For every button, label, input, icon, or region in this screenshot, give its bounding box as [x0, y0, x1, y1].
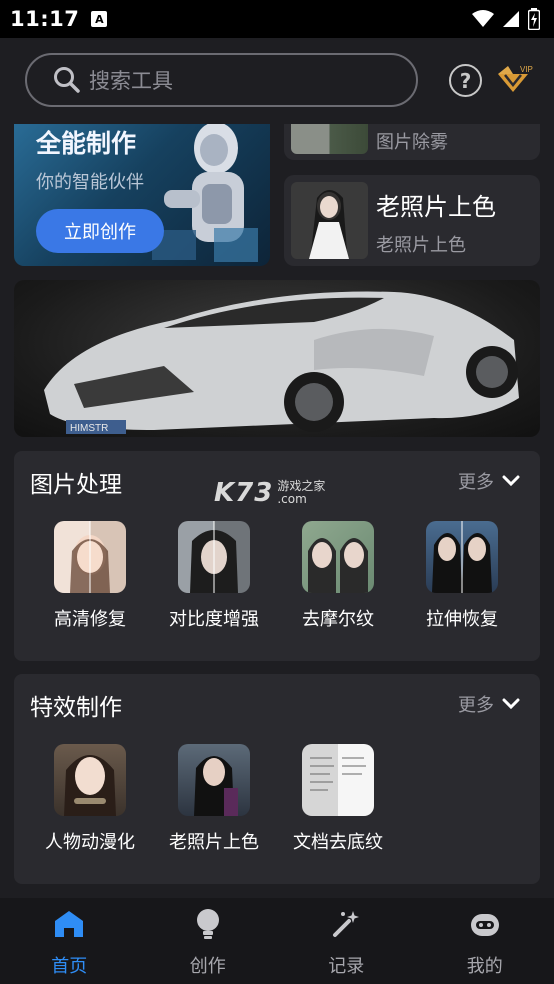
ai-banner-title: 全能制作 [36, 129, 137, 158]
nav-label: 首页 [51, 956, 88, 977]
nav-label: 我的 [466, 956, 503, 977]
colorize-card[interactable]: 老照片上色 老照片上色 [284, 175, 540, 266]
wifi-icon [472, 10, 494, 27]
hd-restore-thumbnail [54, 521, 126, 593]
more-label: 更多 [458, 472, 494, 493]
search-placeholder: 搜索工具 [89, 69, 173, 93]
tool-contrast-enhance[interactable]: 对比度增强 [152, 521, 276, 631]
ai-create-banner[interactable]: 全能制作 你的智能伙伴 立即创作 [14, 110, 270, 266]
nav-label: 创作 [189, 956, 226, 977]
old-photo-thumbnail [178, 744, 250, 816]
tool-label: 对比度增强 [169, 609, 259, 630]
home-icon [55, 911, 84, 937]
status-icons [472, 8, 540, 30]
more-label: 更多 [458, 695, 494, 716]
notification-a-icon: A [91, 11, 108, 27]
anime-thumbnail [54, 744, 126, 816]
tool-label: 高清修复 [54, 609, 126, 630]
colorize-title: 老照片上色 [376, 193, 496, 221]
signal-icon [503, 11, 519, 27]
tool-doc-remove-shading[interactable]: 文档去底纹 [276, 744, 400, 854]
nav-home[interactable]: 首页 [0, 898, 139, 984]
tool-stretch-restore[interactable]: 拉伸恢复 [400, 521, 524, 631]
car-plate-text: HIMSTR [70, 423, 108, 434]
tool-label: 文档去底纹 [293, 832, 383, 853]
tool-old-photo-colorize[interactable]: 老照片上色 [152, 744, 276, 854]
tool-remove-moire[interactable]: 去摩尔纹 [276, 521, 400, 631]
robot-face-icon [470, 914, 499, 936]
tool-label: 老照片上色 [169, 832, 259, 853]
dehaze-subtitle: 图片除雾 [376, 132, 448, 153]
effects-section-more[interactable]: 更多 [458, 691, 520, 717]
moire-thumbnail [302, 521, 374, 593]
effects-section: 特效制作 更多 人物动漫化 老照片上色 文档去底纹 [14, 674, 540, 884]
doc-thumbnail [302, 744, 374, 816]
app-header: 搜索工具 ? VIP [0, 38, 554, 124]
chevron-down-icon [502, 698, 520, 710]
image-section-title: 图片处理 [30, 472, 122, 498]
stretch-thumbnail [426, 521, 498, 593]
tool-label: 人物动漫化 [45, 832, 135, 853]
vip-badge-text: VIP [520, 65, 533, 74]
colorize-thumbnail [291, 182, 368, 259]
search-icon [54, 67, 80, 93]
vip-button[interactable]: VIP [496, 62, 534, 96]
tool-label: 去摩尔纹 [302, 609, 374, 630]
image-section-more[interactable]: 更多 [458, 468, 520, 494]
chevron-down-icon [502, 475, 520, 487]
colorize-subtitle: 老照片上色 [376, 235, 466, 256]
tool-anime-portrait[interactable]: 人物动漫化 [28, 744, 152, 854]
help-icon[interactable]: ? [449, 64, 482, 97]
battery-icon [528, 8, 540, 30]
create-now-button[interactable]: 立即创作 [36, 209, 164, 253]
watermark-main: K73 [214, 478, 274, 508]
tool-label: 拉伸恢复 [426, 609, 498, 630]
car-illustration: HIMSTR [44, 291, 519, 434]
robot-illustration [152, 122, 258, 262]
watermark-line2: .com [277, 492, 307, 506]
car-promo-banner[interactable]: HIMSTR [14, 280, 540, 437]
tool-hd-restore[interactable]: 高清修复 [28, 521, 152, 631]
nav-label: 记录 [328, 956, 365, 977]
search-input[interactable]: 搜索工具 [25, 53, 418, 107]
nav-mine[interactable]: 我的 [416, 898, 554, 984]
k73-watermark: K73 游戏之家 .com [214, 478, 325, 508]
status-time: 11:17 [10, 7, 80, 31]
ai-banner-subtitle: 你的智能伙伴 [36, 172, 144, 193]
lightbulb-icon [196, 909, 219, 939]
magic-wand-icon [333, 911, 360, 937]
nav-create[interactable]: 创作 [139, 898, 278, 984]
nav-records[interactable]: 记录 [277, 898, 416, 984]
vip-crown-icon: VIP [498, 65, 533, 92]
status-bar: 11:17 A [0, 0, 554, 38]
effects-section-title: 特效制作 [30, 695, 122, 721]
bottom-nav: 首页 创作 记录 我的 [0, 898, 554, 984]
contrast-thumbnail [178, 521, 250, 593]
